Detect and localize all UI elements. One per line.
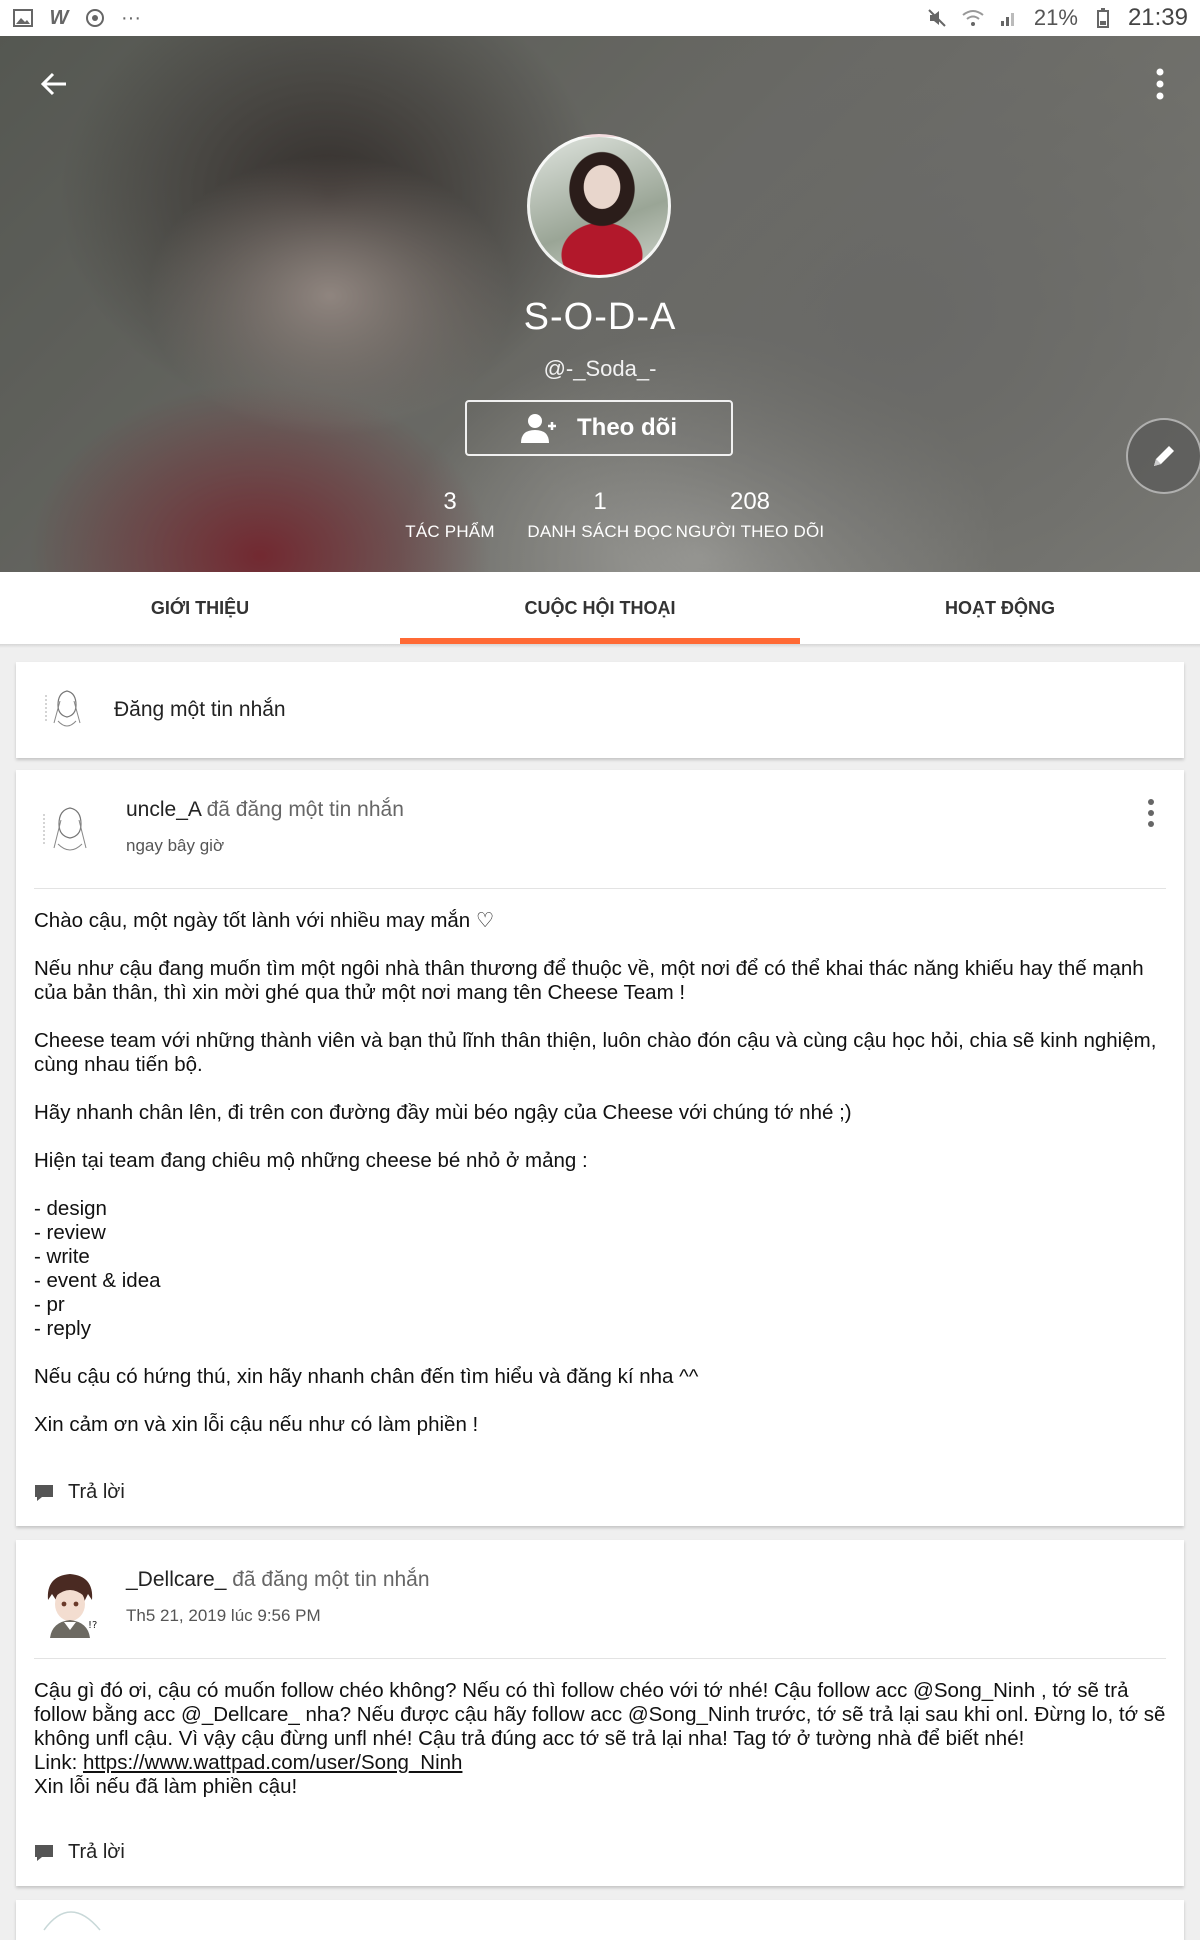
message-meta: uncle_A đã đăng một tin nhắn ngay bây gi… — [126, 798, 404, 856]
link-prefix: Link: — [34, 1751, 83, 1774]
system-indicators: 21% 21:39 — [926, 4, 1188, 32]
stat-works[interactable]: 3 TÁC PHẨM — [405, 488, 494, 542]
profile-name: S-O-D-A — [523, 296, 677, 338]
reply-label: Trả lời — [68, 1481, 125, 1503]
comment-icon — [35, 1844, 53, 1861]
message-time: Th5 21, 2019 lúc 9:56 PM — [126, 1606, 321, 1625]
compose-message-box[interactable]: Đăng một tin nhắn — [16, 662, 1184, 758]
wifi-icon — [962, 8, 984, 28]
author-avatar — [43, 1911, 101, 1931]
tabs-shadow — [0, 644, 1200, 648]
message-meta: _Dellcare_ đã đăng một tin nhắn Th5 21, … — [126, 1568, 430, 1626]
profile-stats: 3 TÁC PHẨM 1 DANH SÁCH ĐỌC 208 NGƯỜI THE… — [0, 488, 1200, 548]
svg-text:!?: !? — [88, 1620, 97, 1631]
stat-followers-value: 208 — [729, 488, 771, 515]
profile-avatar[interactable] — [527, 134, 671, 278]
battery-percent: 21% — [1033, 5, 1078, 30]
stat-works-value: 3 — [443, 488, 457, 515]
edit-button[interactable] — [1126, 418, 1200, 494]
list-item: - review — [34, 1221, 106, 1244]
tab-conversations[interactable]: CUỘC HỘI THOẠI — [400, 572, 800, 644]
stat-works-label: TÁC PHẨM — [405, 522, 495, 541]
status-bar: W ··· 21% 21:39 — [0, 0, 1200, 36]
author-name[interactable]: _Dellcare_ — [126, 1568, 226, 1591]
author-name[interactable]: uncle_A — [126, 798, 201, 821]
more-notifications-icon: ··· — [121, 6, 141, 29]
overflow-menu-button[interactable] — [1154, 66, 1166, 102]
message-paragraph: Cậu gì đó ơi, cậu có muốn follow chéo kh… — [34, 1679, 1166, 1750]
profile-handle: @-_Soda_- — [543, 356, 657, 381]
message-card: !? _Dellcare_ đã đăng một tin nhắn Th5 2… — [16, 1540, 1184, 1886]
reply-button[interactable]: Trả lời — [34, 1481, 125, 1504]
message-body: Chào cậu, một ngày tốt lành với nhiều ma… — [16, 889, 1184, 1437]
back-button[interactable] — [36, 66, 72, 102]
comment-icon — [35, 1484, 53, 1501]
reply-button[interactable]: Trả lời — [34, 1841, 125, 1864]
tab-about[interactable]: GIỚI THIỆU — [0, 572, 400, 644]
arrow-left-icon — [40, 72, 66, 96]
message-paragraph: Nếu như cậu đang muốn tìm một ngôi nhà t… — [34, 957, 1144, 1004]
gallery-notification-icon — [12, 8, 34, 28]
message-card-partial — [16, 1900, 1184, 1940]
list-item: - write — [34, 1245, 90, 1268]
follow-button-label: Theo dõi — [577, 414, 677, 441]
clock: 21:39 — [1127, 4, 1188, 31]
author-avatar[interactable] — [34, 796, 106, 868]
own-avatar — [38, 681, 96, 739]
message-byline: _Dellcare_ đã đăng một tin nhắn — [126, 1568, 430, 1592]
profile-tabs: GIỚI THIỆU CUỘC HỘI THOẠI HOẠT ĐỘNG — [0, 572, 1200, 644]
message-time: ngay bây giờ — [126, 836, 225, 855]
tab-activity-label: HOẠT ĐỘNG — [945, 597, 1055, 618]
message-link-line: Link: https://www.wattpad.com/user/Song_… — [34, 1751, 1166, 1775]
stat-followers-label: NGƯỜI THEO DÕI — [675, 522, 825, 541]
message-paragraph: Hiện tại team đang chiêu mộ những cheese… — [34, 1149, 588, 1172]
author-action: đã đăng một tin nhắn — [226, 1568, 430, 1591]
profile-header: S-O-D-A @-_Soda_- Theo dõi 3 TÁC PHẨM 1 … — [0, 36, 1200, 572]
pencil-icon — [1154, 446, 1174, 466]
message-paragraph: Xin cảm ơn và xin lỗi cậu nếu như có làm… — [34, 1413, 479, 1436]
wattpad-notification-icon: W — [49, 6, 69, 29]
tab-about-label: GIỚI THIỆU — [150, 597, 250, 618]
tab-activity[interactable]: HOẠT ĐỘNG — [800, 572, 1200, 644]
tab-conversations-label: CUỘC HỘI THOẠI — [524, 597, 676, 618]
follow-button[interactable]: Theo dõi — [465, 400, 733, 456]
message-card: uncle_A đã đăng một tin nhắn ngay bây gi… — [16, 770, 1184, 1526]
signal-icon — [998, 8, 1020, 28]
mute-icon — [926, 8, 948, 28]
more-vertical-icon — [1156, 68, 1164, 100]
message-paragraph: Nếu cậu có hứng thú, xin hãy nhanh chân … — [34, 1365, 699, 1388]
list-item: - reply — [34, 1317, 91, 1340]
message-header: uncle_A đã đăng một tin nhắn ngay bây gi… — [16, 770, 1184, 868]
message-paragraph: Hãy nhanh chân lên, đi trên con đường đầ… — [34, 1101, 852, 1124]
list-item: - pr — [34, 1293, 65, 1316]
media-notification-icon — [84, 8, 106, 28]
stat-reading-lists-value: 1 — [593, 488, 607, 515]
stat-reading-lists[interactable]: 1 DANH SÁCH ĐỌC — [527, 488, 672, 542]
message-menu-button[interactable] — [1146, 798, 1156, 828]
stat-reading-lists-label: DANH SÁCH ĐỌC — [527, 522, 673, 541]
author-avatar[interactable]: !? — [34, 1566, 106, 1638]
message-header: !? _Dellcare_ đã đăng một tin nhắn Th5 2… — [16, 1540, 1184, 1638]
message-byline: uncle_A đã đăng một tin nhắn — [126, 798, 404, 822]
list-item: - design — [34, 1197, 107, 1220]
add-user-icon — [521, 414, 556, 443]
profile-link[interactable]: https://www.wattpad.com/user/Song_Ninh — [83, 1751, 462, 1774]
message-paragraph: Chào cậu, một ngày tốt lành với nhiều ma… — [34, 909, 495, 932]
compose-placeholder: Đăng một tin nhắn — [114, 698, 286, 721]
author-action: đã đăng một tin nhắn — [200, 798, 404, 821]
message-paragraph: Cheese team với những thành viên và bạn … — [34, 1029, 1157, 1076]
notification-icons: W ··· — [12, 6, 142, 29]
battery-icon — [1092, 8, 1114, 28]
message-paragraph: Xin lỗi nếu đã làm phiền cậu! — [34, 1775, 298, 1798]
reply-label: Trả lời — [68, 1841, 125, 1863]
more-vertical-icon — [1148, 799, 1154, 827]
stat-followers[interactable]: 208 NGƯỜI THEO DÕI — [676, 488, 825, 542]
list-item: - event & idea — [34, 1269, 161, 1292]
message-body: Cậu gì đó ơi, cậu có muốn follow chéo kh… — [16, 1659, 1184, 1799]
